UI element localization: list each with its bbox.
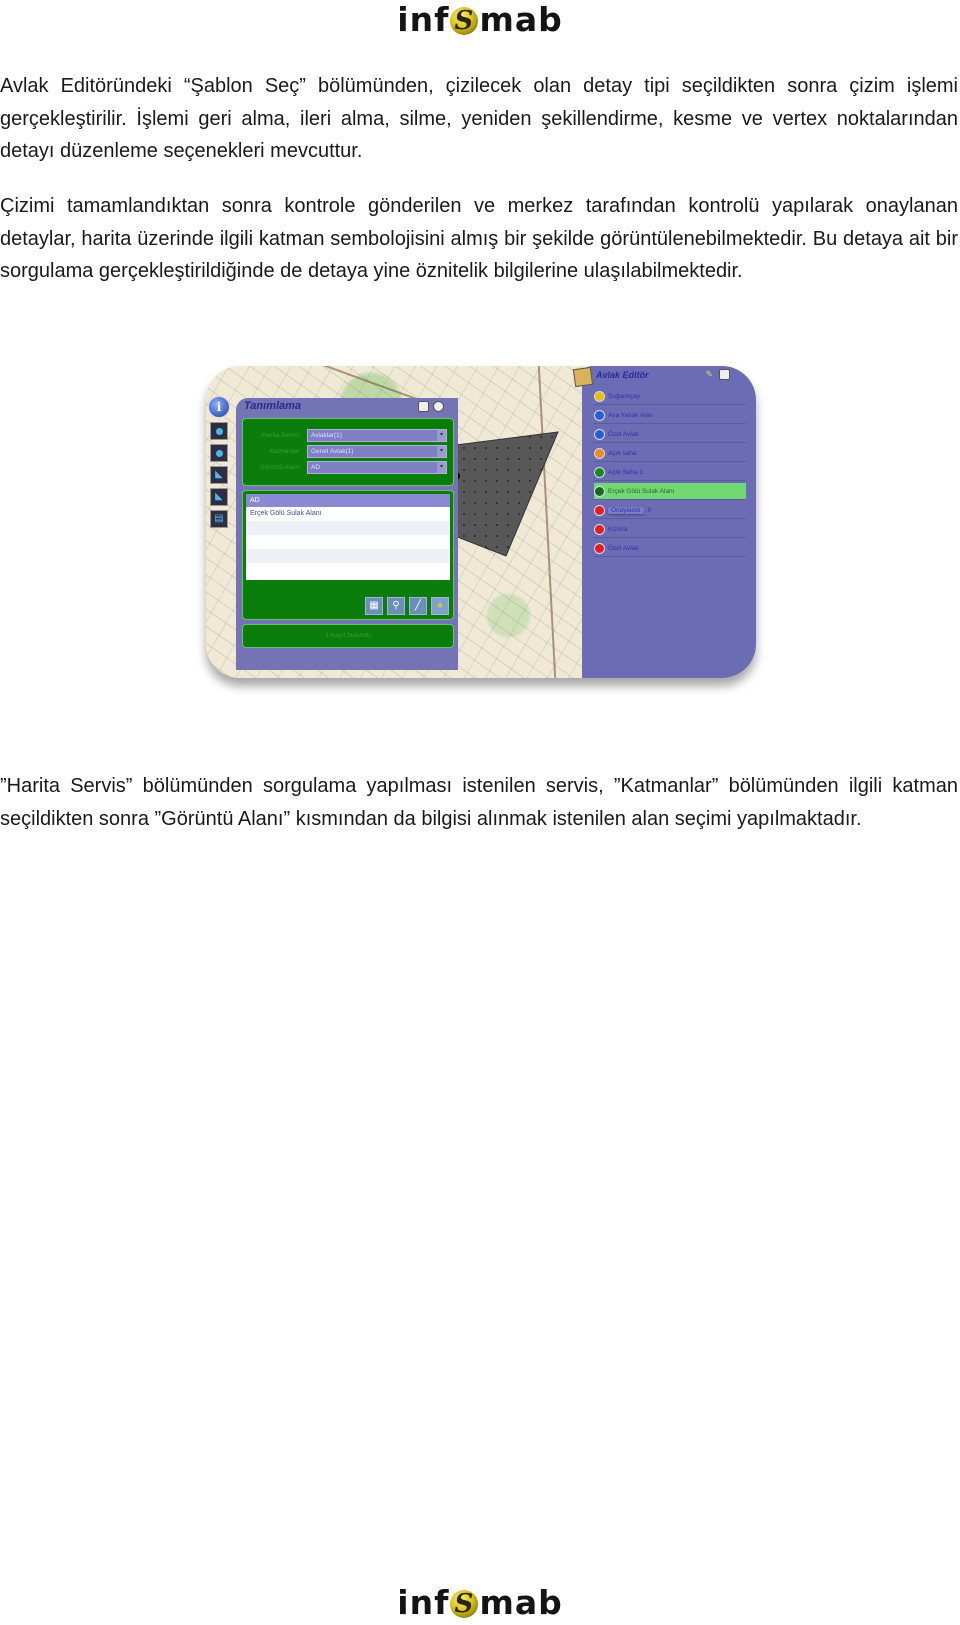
logo-text-left: inf [397,1583,450,1622]
template-item[interactable]: Özel Avlak [594,426,746,443]
point-tool-2-button[interactable] [210,444,228,462]
pencil-icon[interactable]: ✎ [705,369,713,380]
list-item[interactable]: Erçek Gölü Sulak Alanı [246,507,450,521]
window-icon[interactable] [719,369,730,380]
query-form: Harita Servis: Avlaklar(1) ▾ Katmanlar: G… [242,418,454,486]
results-box: AD Erçek Gölü Sulak Alanı ▦ ⚲ ╱ ♠ [242,490,454,620]
pencil-icon: ╱ [414,600,422,611]
list-item[interactable] [246,521,450,535]
template-label: Özel Avlak [608,544,639,552]
save-button[interactable]: ▦ [365,597,383,615]
delete-tool-button[interactable]: ▤ [210,510,228,528]
template-label: Özel Avlak [608,430,639,438]
select-value: AD [311,464,321,471]
template-item[interactable]: Onaylandı 9 [594,502,746,519]
goruntu-alani-select[interactable]: AD ▾ [307,461,447,474]
logo-globe-icon [450,1,479,41]
panel-window-controls [418,401,444,412]
template-item[interactable]: Erçek Gölü Sulak Alanı [594,483,746,500]
app-screenshot-figure: i ◣ ◣ ▤ Tanımlama Harita Servis: Avlakla… [206,366,756,678]
template-radio-icon[interactable] [594,428,605,440]
chevron-down-icon: ▾ [437,462,446,473]
paragraph-query-instructions: ”Harita Servis” bölümünden sorgulama yap… [0,775,958,830]
zoom-button[interactable]: ⚲ [387,597,405,615]
header-logo: infmab [0,0,960,41]
list-header: AD [246,494,450,507]
template-radio-icon[interactable] [594,466,605,478]
katmanlar-select[interactable]: Genel Avlak(1) ▾ [307,445,447,458]
harita-servis-select[interactable]: Avlaklar(1) ▾ [307,429,447,442]
point-tool-button[interactable] [210,422,228,440]
panel-title: Tanımlama [244,400,302,412]
chevron-down-icon: ▾ [437,430,446,441]
template-radio-icon[interactable] [594,523,605,535]
field-label: Görüntü Alanı: [259,464,301,471]
save-icon: ▦ [369,600,379,611]
template-radio-icon[interactable] [594,485,605,497]
zoom-icon: ⚲ [392,600,400,611]
select-value: Genel Avlak(1) [311,448,354,455]
footer-logo: infmab [0,1583,960,1624]
template-radio-icon[interactable] [594,390,605,402]
template-item[interactable]: Açık Saha 1 [594,464,746,481]
template-item[interactable]: Özel Avlak [594,540,746,557]
point-icon [215,427,223,435]
template-radio-icon[interactable] [594,542,605,554]
template-item[interactable]: Ava Yasak Alan [594,407,746,424]
logo-globe-icon [450,1584,479,1624]
left-toolbar: i ◣ ◣ ▤ [208,396,230,528]
minimize-icon[interactable] [418,401,429,412]
results-toolbar: ▦ ⚲ ╱ ♠ [365,597,449,615]
katmanlar-row: Katmanlar: Genel Avlak(1) ▾ [249,445,447,458]
polygon-tool-button[interactable]: ◣ [210,466,228,484]
list-item[interactable] [246,535,450,549]
template-item[interactable]: Açık saha [594,445,746,462]
avlak-editor-panel: Avlak Editör ✎ Soğanlıçay Ava Yasak Alan Ö… [572,366,756,678]
field-label: Katmanlar: [269,448,301,455]
template-item[interactable]: Kızılca [594,521,746,538]
template-item[interactable]: Soğanlıçay [594,388,746,405]
tanimlama-panel: Tanımlama Harita Servis: Avlaklar(1) ▾ Ka… [236,398,458,670]
template-label: Erçek Gölü Sulak Alanı [608,487,675,495]
settings-icon[interactable] [433,401,444,412]
logo-text-right: mab [479,0,563,39]
trash-icon: ▤ [214,513,224,524]
template-radio-icon[interactable] [594,447,605,459]
template-label: Açık Saha 1 [608,468,644,476]
template-label: Soğanlıçay [608,392,641,400]
paragraph-template-selection: Avlak Editöründeki “Şablon Seç” bölümünd… [0,75,958,162]
result-status: 1 Kayıt bulundu [242,624,454,648]
paragraph-approved-details: Çizimi tamamlandıktan sonra kontrole gön… [0,195,958,282]
template-label: Kızılca [608,525,628,533]
logo-text-right: mab [479,1583,563,1622]
editor-title: Avlak Editör [596,370,649,380]
list-item[interactable] [246,549,450,563]
harita-servis-row: Harita Servis: Avlaklar(1) ▾ [249,429,447,442]
template-label: Onaylandı [608,506,644,514]
editor-pencil-icon [572,366,594,388]
editor-window-controls: ✎ [705,369,730,380]
template-radio-icon[interactable] [594,504,605,516]
edit-button[interactable]: ╱ [409,597,427,615]
broom-icon: ♠ [437,600,443,611]
polygon-tool-2-button[interactable]: ◣ [210,488,228,506]
chevron-down-icon: ▾ [437,446,446,457]
polygon-icon: ◣ [215,469,223,480]
results-list: AD Erçek Gölü Sulak Alanı [246,494,450,580]
goruntu-alani-row: Görüntü Alanı: AD ▾ [249,461,447,474]
template-label: Açık saha [608,449,637,457]
point-icon [215,449,223,457]
template-radio-icon[interactable] [594,409,605,421]
polygon-icon: ◣ [215,491,223,502]
template-suffix: 9 [647,506,652,514]
clear-button[interactable]: ♠ [431,597,449,615]
info-button[interactable]: i [208,396,230,418]
select-value: Avlaklar(1) [311,432,342,439]
field-label: Harita Servis: [261,432,301,439]
logo-text-left: inf [397,0,450,39]
template-label: Ava Yasak Alan [608,411,653,419]
